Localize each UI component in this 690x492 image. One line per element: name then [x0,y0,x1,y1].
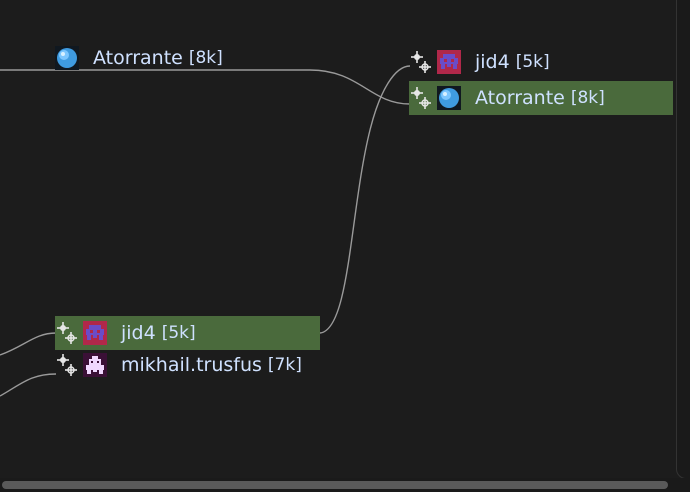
link-atorrante-left [0,69,411,105]
connector-handle-icon[interactable] [409,86,433,110]
node-name: jid4 [121,322,156,344]
node-size: [5k] [161,323,196,343]
node-size: [8k] [570,88,605,108]
graph-canvas[interactable]: Atorrante [8k] jid4 [5k] Atorrante [8k] … [0,0,690,492]
connector-handle-icon[interactable] [55,321,79,345]
node-size: [8k] [188,48,223,68]
node-size: [7k] [267,355,302,375]
node-mikhail-trusfus[interactable]: mikhail.trusfus [7k] [55,348,302,382]
link-jid4-left [0,332,57,356]
blue-orb-icon [437,86,461,110]
pixel-invader-icon [83,321,107,345]
pixel-invader-icon [437,50,461,74]
node-name: Atorrante [93,47,183,69]
connector-handle-icon[interactable] [55,353,79,377]
node-name: Atorrante [475,87,565,109]
node-jid4-target[interactable]: jid4 [5k] [409,45,550,79]
link-jid4-cross [319,65,411,334]
horizontal-scrollbar[interactable] [0,478,690,492]
node-size: [5k] [515,52,550,72]
node-atorrante-target[interactable]: Atorrante [8k] [409,81,673,115]
node-jid4-source[interactable]: jid4 [5k] [55,316,320,350]
panel-edge [676,0,690,479]
connector-handle-icon[interactable] [409,50,433,74]
blue-orb-icon [55,46,79,70]
node-atorrante-source[interactable]: Atorrante [8k] [55,41,223,75]
node-name: mikhail.trusfus [121,354,262,376]
scrollbar-thumb[interactable] [2,481,668,489]
link-mikhail-left [0,373,57,397]
pixel-ghost-icon [83,353,107,377]
node-name: jid4 [475,51,510,73]
